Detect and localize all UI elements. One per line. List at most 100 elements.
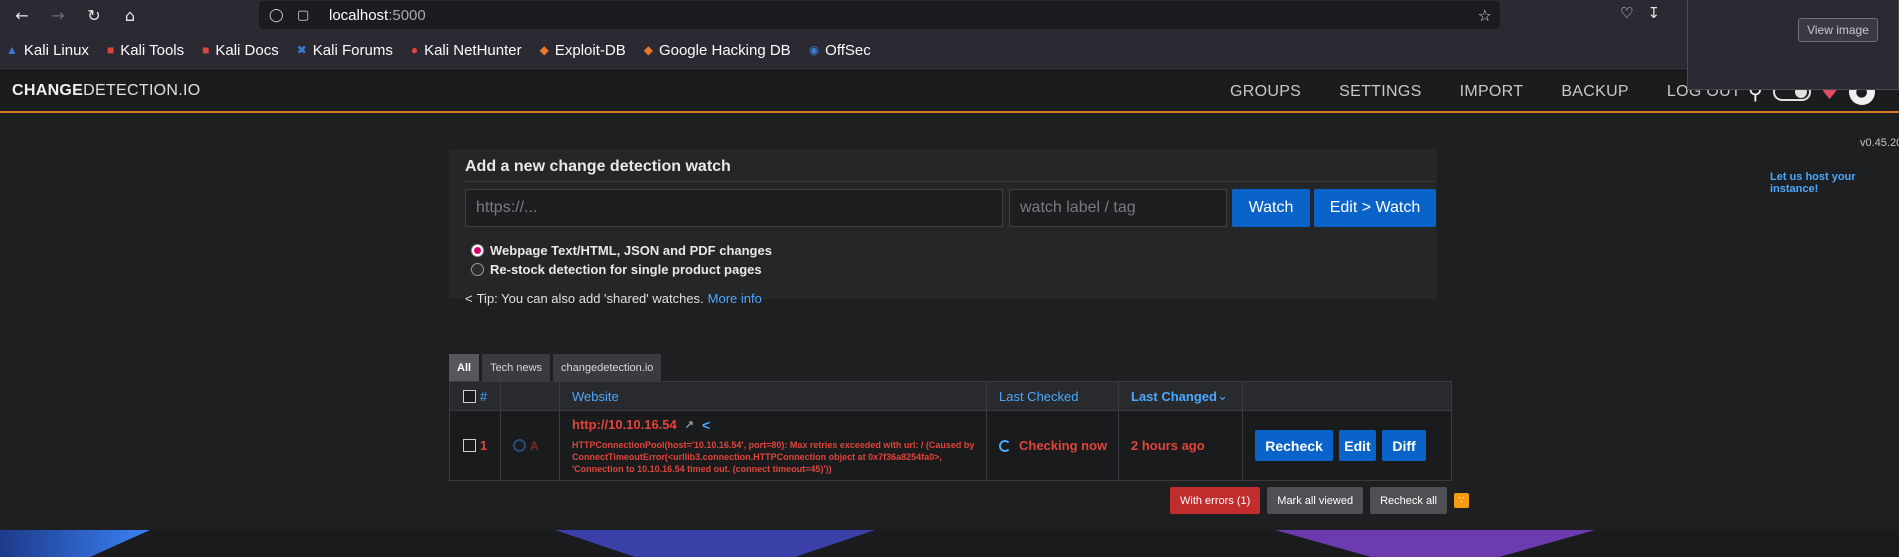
with-errors-button[interactable]: With errors (1) [1170, 487, 1261, 514]
reload-icon[interactable]: ↻ [80, 1, 108, 29]
bookmark-kali-forums[interactable]: ✖ Kali Forums [297, 42, 393, 59]
rss-icon[interactable]: ∵ [1453, 493, 1469, 508]
logo-rest: DETECTION.IO [83, 82, 201, 99]
tab-changedetection[interactable]: changedetection.io [553, 354, 662, 381]
forward-icon[interactable]: → [44, 1, 72, 29]
address-bar[interactable]: ◯ ▢ localhost:5000 ☆ [259, 1, 1500, 29]
view-image-button[interactable]: View image [1798, 18, 1878, 42]
url-text[interactable]: localhost:5000 [329, 7, 426, 24]
spinner-icon [999, 439, 1011, 452]
add-watch-box: Add a new change detection watch https:/… [449, 149, 1437, 306]
bookmark-kali-nethunter[interactable]: ● Kali NetHunter [411, 42, 522, 59]
home-icon[interactable]: ⌂ [116, 1, 144, 29]
bookmark-label: Kali Tools [120, 41, 185, 59]
radio-selected[interactable] [471, 244, 484, 257]
tip-text: Tip: You can also add 'shared' watches. [476, 291, 704, 306]
tip: < Tip: You can also add 'shared' watches… [465, 291, 762, 306]
edit-watch-button[interactable]: Edit > Watch [1314, 189, 1436, 227]
chevron-down-icon: ⌄ [1216, 388, 1228, 403]
select-all-checkbox[interactable] [463, 389, 476, 403]
sort-last-checked[interactable]: Last Checked [999, 389, 1079, 404]
bookmark-label: Kali Docs [215, 41, 279, 59]
list-actions: With errors (1) Mark all viewed Recheck … [1170, 487, 1469, 514]
edit-button[interactable]: Edit [1339, 430, 1376, 461]
download-icon[interactable]: ↧ [1647, 4, 1660, 22]
host-instance-link[interactable]: Let us host your instance! [1770, 171, 1899, 195]
bookmark-label: Google Hacking DB [658, 41, 791, 59]
row-actions: Recheck Edit Diff [1243, 411, 1451, 480]
sort-num[interactable]: # [480, 389, 487, 404]
offsec-icon: ◉ [808, 43, 820, 57]
bookmark-offsec[interactable]: ◉ OffSec [809, 42, 871, 59]
pdf-icon: A [530, 438, 539, 453]
share-icon[interactable]: < [702, 417, 710, 433]
add-watch-title: Add a new change detection watch [465, 158, 731, 175]
menu-groups[interactable]: GROUPS [1230, 83, 1301, 101]
bookmarks-bar: ▲ Kali Linux ■ Kali Tools ■ Kali Docs ✖ Kali… [0, 30, 1899, 71]
table-row: 1 A http://10.10.16.54 ↗ < HTTPConnectio… [450, 411, 1451, 480]
row-status-icons: A [501, 411, 560, 480]
bookmark-label: Exploit-DB [554, 41, 626, 59]
table-header: # Website Last Checked Last Changed ⌄ [450, 382, 1451, 411]
watch-url-link[interactable]: http://10.10.16.54 [572, 417, 677, 432]
kali-tools-icon: ■ [106, 43, 115, 57]
row-number: 1 [480, 438, 488, 453]
radio-unselected[interactable] [471, 263, 484, 276]
option-restock-label: Re-stock detection for single product pa… [490, 262, 762, 277]
pocket-icon[interactable]: ♡ [1620, 4, 1633, 22]
decorative-band [0, 530, 1899, 557]
sort-last-changed[interactable]: Last Changed [1131, 389, 1217, 404]
decor-shape [0, 530, 150, 557]
option-restock[interactable]: Re-stock detection for single product pa… [471, 262, 762, 277]
option-webpage[interactable]: Webpage Text/HTML, JSON and PDF changes [471, 243, 772, 258]
watch-table: # Website Last Checked Last Changed ⌄ 1 A… [449, 381, 1452, 481]
kali-forums-icon: ✖ [296, 43, 307, 57]
watch-button[interactable]: Watch [1232, 189, 1310, 227]
kali-icon: ▲ [6, 43, 18, 57]
kali-docs-icon: ■ [202, 43, 210, 57]
bookmark-google-hacking-db[interactable]: ◆ Google Hacking DB [644, 42, 791, 59]
bookmark-star-icon[interactable]: ☆ [1478, 6, 1492, 25]
menu-import[interactable]: IMPORT [1460, 83, 1524, 101]
main-menu: GROUPS SETTINGS IMPORT BACKUP LOG OUT [1230, 71, 1741, 113]
app-logo[interactable]: CHANGEDETECTION.IO [12, 82, 201, 100]
menu-backup[interactable]: BACKUP [1561, 83, 1629, 101]
header-actions [1243, 382, 1451, 410]
bookmark-kali-docs[interactable]: ■ Kali Docs [202, 42, 279, 59]
sort-website[interactable]: Website [572, 389, 619, 404]
bookmark-label: Kali NetHunter [424, 41, 522, 59]
back-icon[interactable]: ← [8, 1, 36, 29]
tab-all[interactable]: All [449, 354, 480, 381]
ghdb-icon: ◆ [643, 43, 653, 57]
tab-tech-news[interactable]: Tech news [482, 354, 551, 381]
bookmark-kali-tools[interactable]: ■ Kali Tools [107, 42, 184, 59]
logo-bold: CHANGE [12, 82, 84, 99]
url-input[interactable]: https://... [465, 189, 1003, 227]
exploit-db-icon: ◆ [539, 43, 549, 57]
row-checkbox[interactable] [463, 439, 476, 452]
diff-button[interactable]: Diff [1382, 430, 1426, 461]
recheck-all-button[interactable]: Recheck all [1370, 487, 1447, 514]
header-last-checked: Last Checked [987, 382, 1119, 410]
page-info-icon[interactable]: ▢ [297, 8, 315, 23]
more-info-link[interactable]: More info [708, 291, 762, 306]
bookmark-kali-linux[interactable]: ▲ Kali Linux [6, 42, 89, 59]
mark-all-viewed-button[interactable]: Mark all viewed [1267, 487, 1364, 514]
bookmark-exploit-db[interactable]: ◆ Exploit-DB [540, 42, 626, 59]
bookmark-label: OffSec [825, 41, 871, 59]
url-host: localhost [329, 6, 389, 24]
browser-toolbar: ← → ↻ ⌂ ◯ ▢ localhost:5000 ☆ ♡ ↧ View im… [0, 0, 1899, 90]
menu-settings[interactable]: SETTINGS [1339, 83, 1421, 101]
external-link-icon[interactable]: ↗ [685, 418, 694, 431]
option-webpage-label: Webpage Text/HTML, JSON and PDF changes [490, 243, 772, 258]
url-port: :5000 [388, 6, 426, 24]
nethunter-icon: ● [410, 43, 419, 57]
shield-icon[interactable]: ◯ [269, 8, 287, 23]
row-website: http://10.10.16.54 ↗ < HTTPConnectionPoo… [560, 411, 987, 480]
recheck-button[interactable]: Recheck [1255, 430, 1333, 461]
group-tabs: All Tech news changedetection.io [449, 354, 662, 381]
bookmark-label: Kali Forums [312, 41, 393, 59]
row-last-changed: 2 hours ago [1119, 411, 1243, 480]
tag-input[interactable]: watch label / tag [1009, 189, 1227, 227]
header-icons [501, 382, 560, 410]
